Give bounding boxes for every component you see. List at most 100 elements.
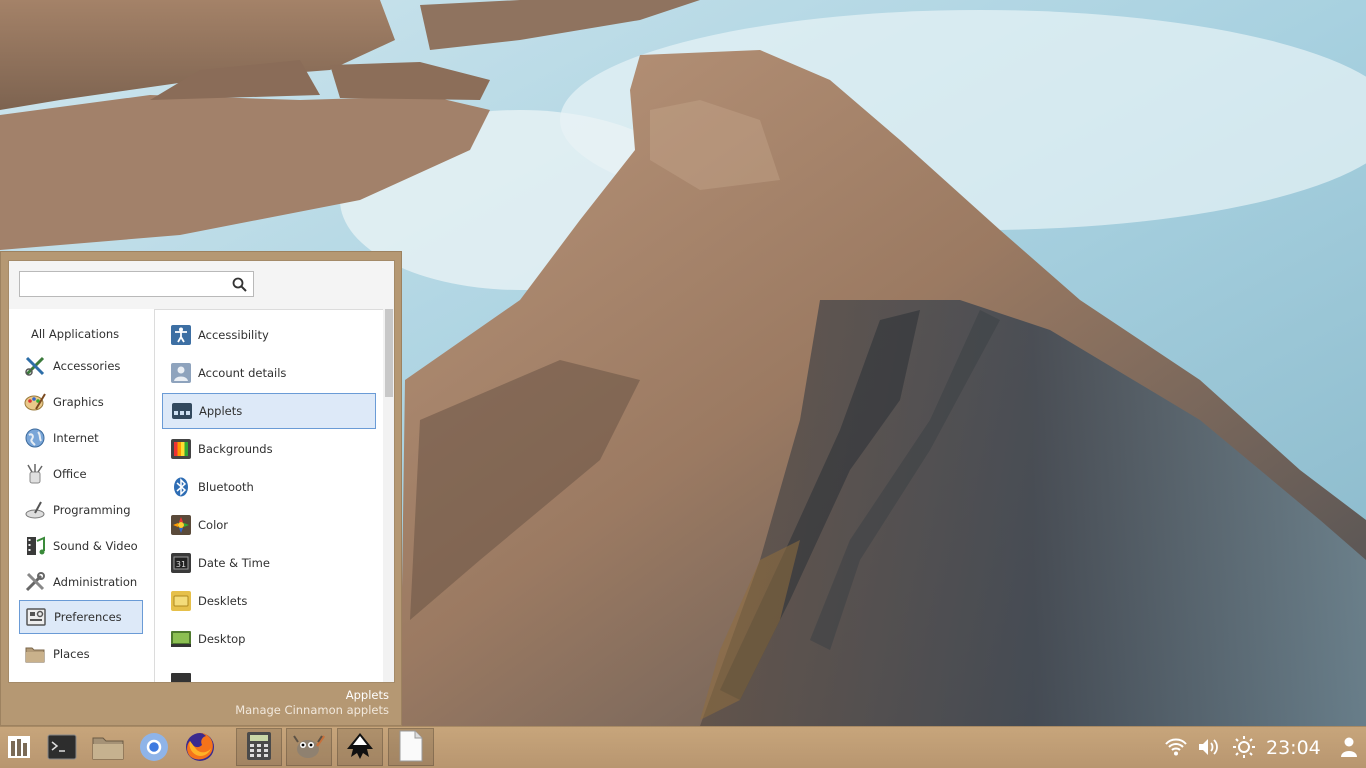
app-label: Applets <box>199 404 243 418</box>
brightness-icon <box>1232 735 1256 762</box>
category-label: Internet <box>53 431 99 445</box>
bottom-panel: 23:04 <box>0 726 1366 768</box>
internet-icon <box>24 427 46 449</box>
brightness-applet[interactable] <box>1232 735 1256 762</box>
category-graphics[interactable]: Graphics <box>19 385 143 419</box>
wifi-icon <box>1165 737 1187 760</box>
sound-applet[interactable] <box>1196 736 1220 760</box>
window-gimp[interactable] <box>286 728 332 766</box>
accessories-icon <box>24 355 46 377</box>
category-places[interactable]: Places <box>19 637 143 671</box>
app-desktop[interactable]: Desktop <box>162 621 376 657</box>
office-icon <box>24 463 46 485</box>
category-programming[interactable]: Programming <box>19 493 143 527</box>
desktop-icon <box>171 629 191 649</box>
category-accessories[interactable]: Accessories <box>19 349 143 383</box>
user-icon <box>1339 736 1359 761</box>
terminal-launcher[interactable] <box>43 729 81 767</box>
app-label: Color <box>198 518 229 532</box>
app-account-details[interactable]: Account details <box>162 355 376 391</box>
administration-icon <box>24 571 46 593</box>
category-all-applications[interactable]: All Applications <box>19 317 143 351</box>
app-label: Bluetooth <box>198 480 254 494</box>
chromium-launcher[interactable] <box>135 729 173 767</box>
category-sound-video[interactable]: Sound & Video <box>19 529 143 563</box>
accessibility-icon <box>171 325 191 345</box>
app-label: Date & Time <box>198 556 270 570</box>
category-label: Places <box>53 647 90 661</box>
color-icon <box>171 515 191 535</box>
app-label: Account details <box>198 366 287 380</box>
programming-icon <box>24 499 46 521</box>
display-icon <box>171 667 191 682</box>
category-label: Sound & Video <box>53 539 138 553</box>
search-box[interactable] <box>19 271 254 297</box>
chromium-icon <box>139 732 169 765</box>
category-office[interactable]: Office <box>19 457 143 491</box>
firefox-launcher[interactable] <box>181 729 219 767</box>
files-launcher[interactable] <box>89 729 127 767</box>
category-administration[interactable]: Administration <box>19 565 143 599</box>
app-partial-next <box>162 659 376 682</box>
menu-content: All Applications Accessories Graphics In… <box>8 260 395 683</box>
panel-clock[interactable]: 23:04 <box>1266 737 1321 759</box>
category-label: Accessories <box>53 359 121 373</box>
app-label: Accessibility <box>198 328 269 342</box>
preferences-icon <box>25 606 47 628</box>
text-document-icon <box>398 730 424 765</box>
window-calculator[interactable] <box>236 728 282 766</box>
category-label: Graphics <box>53 395 104 409</box>
app-bluetooth[interactable]: Bluetooth <box>162 469 376 505</box>
app-desklets[interactable]: Desklets <box>162 583 376 619</box>
window-text-editor[interactable] <box>388 728 434 766</box>
app-accessibility[interactable]: Accessibility <box>162 317 376 353</box>
user-applet[interactable] <box>1337 736 1361 760</box>
category-label: Preferences <box>54 610 122 624</box>
window-inkscape[interactable] <box>337 728 383 766</box>
app-list-scrollbar[interactable] <box>383 309 394 682</box>
app-label: Backgrounds <box>198 442 273 456</box>
app-applets[interactable]: Applets <box>162 393 376 429</box>
terminal-icon <box>47 734 77 763</box>
category-preferences[interactable]: Preferences <box>19 600 143 634</box>
scrollbar-thumb[interactable] <box>385 309 393 397</box>
application-menu: All Applications Accessories Graphics In… <box>0 251 402 726</box>
inkscape-icon <box>345 731 375 764</box>
category-label: Administration <box>53 575 138 589</box>
graphics-icon <box>24 391 46 413</box>
category-list: All Applications Accessories Graphics In… <box>9 309 155 682</box>
category-label: All Applications <box>31 327 120 341</box>
backgrounds-icon <box>171 439 191 459</box>
places-folder-icon <box>24 643 46 665</box>
app-description-title: Applets <box>345 688 389 702</box>
network-applet[interactable] <box>1164 736 1188 760</box>
files-icon <box>92 734 124 763</box>
app-date-time[interactable]: 31 Date & Time <box>162 545 376 581</box>
app-description-subtitle: Manage Cinnamon applets <box>235 703 389 717</box>
calculator-icon <box>246 731 272 764</box>
app-label: Desktop <box>198 632 246 646</box>
menu-icon <box>6 734 32 763</box>
sound-video-icon <box>24 535 46 557</box>
desklets-icon <box>171 591 191 611</box>
category-internet[interactable]: Internet <box>19 421 143 455</box>
svg-text:31: 31 <box>176 560 186 569</box>
date-time-icon: 31 <box>171 553 191 573</box>
app-description: Applets Manage Cinnamon applets <box>235 688 389 717</box>
applets-icon <box>172 401 192 421</box>
search-icon[interactable] <box>232 277 247 292</box>
application-list: Accessibility Account details Applets Ba… <box>155 309 394 682</box>
menu-button[interactable] <box>0 729 38 767</box>
app-label: Desklets <box>198 594 248 608</box>
app-color[interactable]: Color <box>162 507 376 543</box>
category-label: Office <box>53 467 87 481</box>
gimp-icon <box>293 732 326 763</box>
account-icon <box>171 363 191 383</box>
search-area <box>9 261 394 310</box>
volume-icon <box>1197 737 1219 760</box>
app-backgrounds[interactable]: Backgrounds <box>162 431 376 467</box>
search-input[interactable] <box>24 275 220 293</box>
category-label: Programming <box>53 503 131 517</box>
firefox-icon <box>184 731 216 766</box>
bluetooth-icon <box>171 477 191 497</box>
